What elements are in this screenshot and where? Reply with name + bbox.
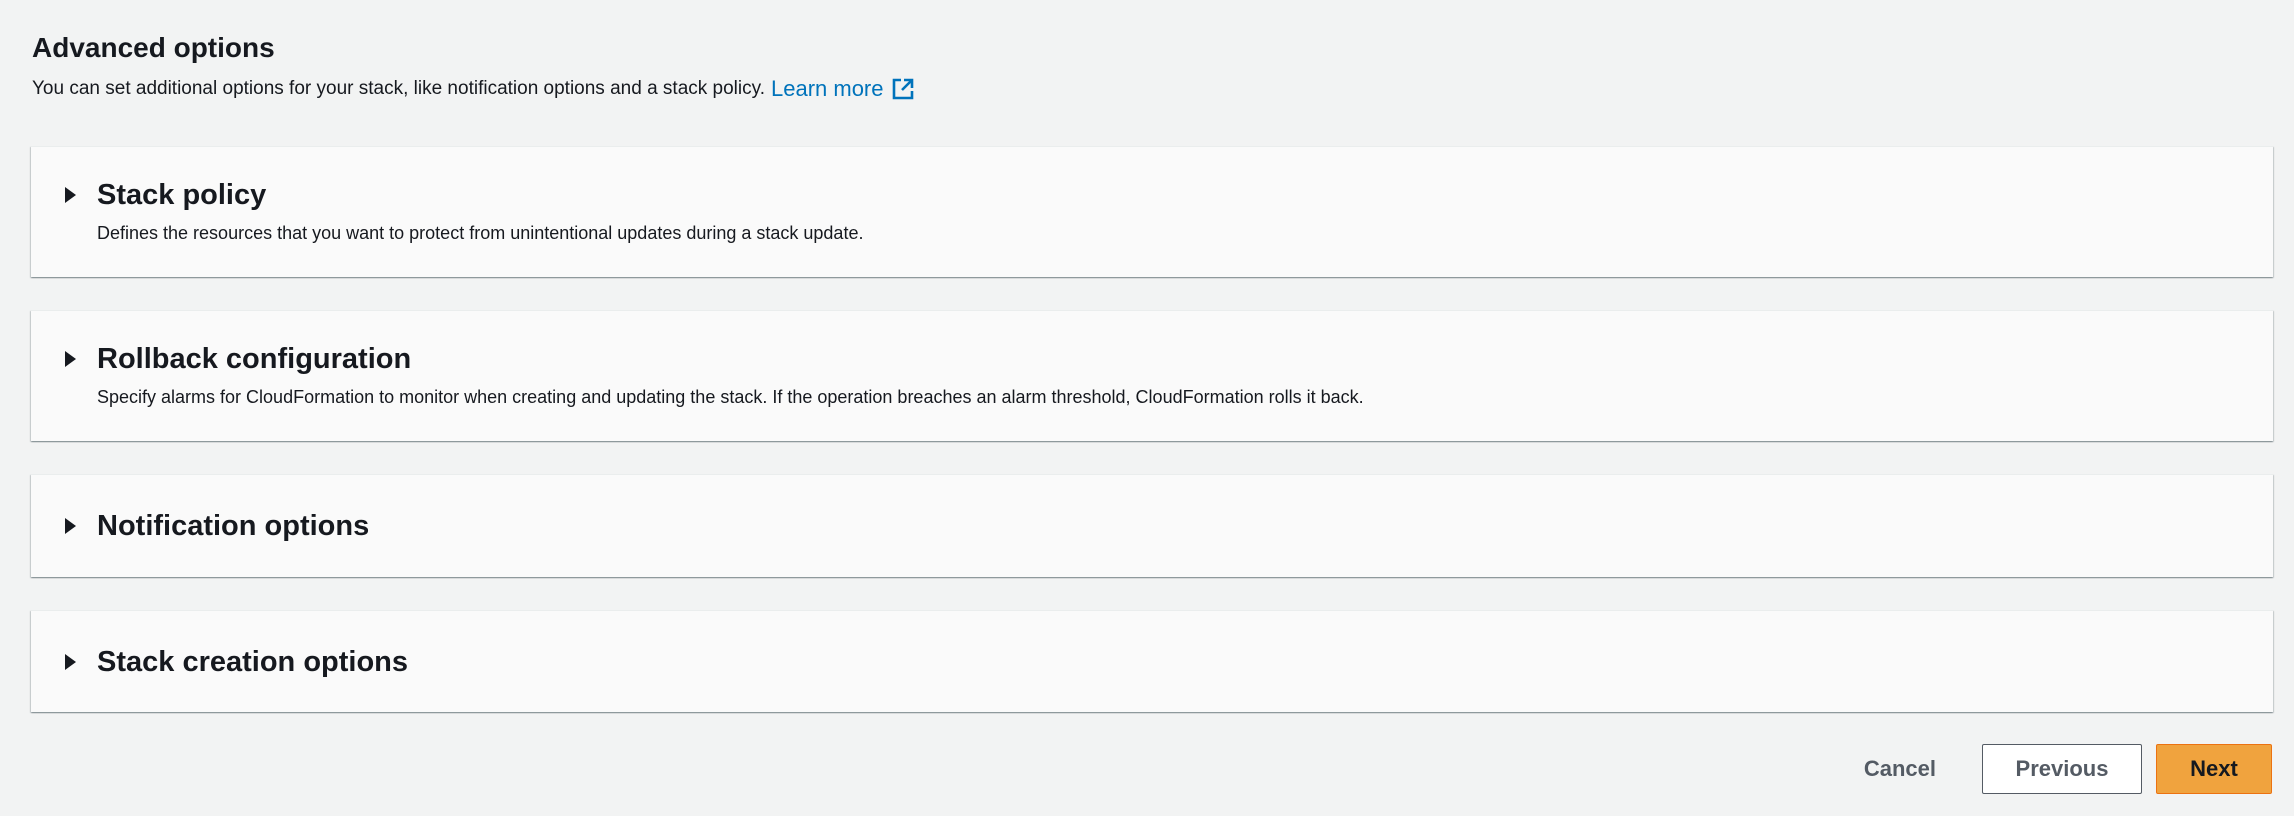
rollback-configuration-title: Rollback configuration xyxy=(97,343,412,375)
notification-options-panel[interactable]: Notification options xyxy=(31,474,2273,577)
advanced-options-header: Advanced options You can set additional … xyxy=(32,28,915,102)
wizard-footer: Cancel Previous Next xyxy=(1842,744,2272,794)
rollback-configuration-header[interactable]: Rollback configuration xyxy=(65,341,411,377)
stack-creation-options-header[interactable]: Stack creation options xyxy=(65,644,408,680)
stack-policy-title: Stack policy xyxy=(97,179,267,211)
cancel-button[interactable]: Cancel xyxy=(1842,744,1958,794)
caret-right-icon xyxy=(65,518,76,534)
rollback-configuration-panel[interactable]: Rollback configuration Specify alarms fo… xyxy=(31,310,2273,441)
learn-more-label: Learn more xyxy=(770,76,884,101)
caret-right-icon xyxy=(65,654,76,670)
caret-right-icon xyxy=(65,351,76,367)
stack-policy-panel[interactable]: Stack policy Defines the resources that … xyxy=(31,146,2273,277)
stack-policy-description: Defines the resources that you want to p… xyxy=(97,223,864,243)
notification-options-header[interactable]: Notification options xyxy=(65,508,369,544)
page-description-text: You can set additional options for your … xyxy=(32,78,765,99)
external-link-icon xyxy=(892,78,913,100)
rollback-configuration-description: Specify alarms for CloudFormation to mon… xyxy=(97,387,1364,407)
next-button[interactable]: Next xyxy=(2156,744,2272,794)
caret-right-icon xyxy=(65,187,76,203)
stack-creation-options-panel[interactable]: Stack creation options xyxy=(31,610,2273,712)
page-description: You can set additional options for your … xyxy=(32,76,915,102)
page-title: Advanced options xyxy=(32,32,275,63)
notification-options-title: Notification options xyxy=(97,510,370,542)
previous-button[interactable]: Previous xyxy=(1982,744,2142,794)
stack-creation-options-title: Stack creation options xyxy=(97,646,409,678)
learn-more-link[interactable]: Learn more xyxy=(771,76,915,102)
stack-policy-header[interactable]: Stack policy xyxy=(65,177,266,213)
